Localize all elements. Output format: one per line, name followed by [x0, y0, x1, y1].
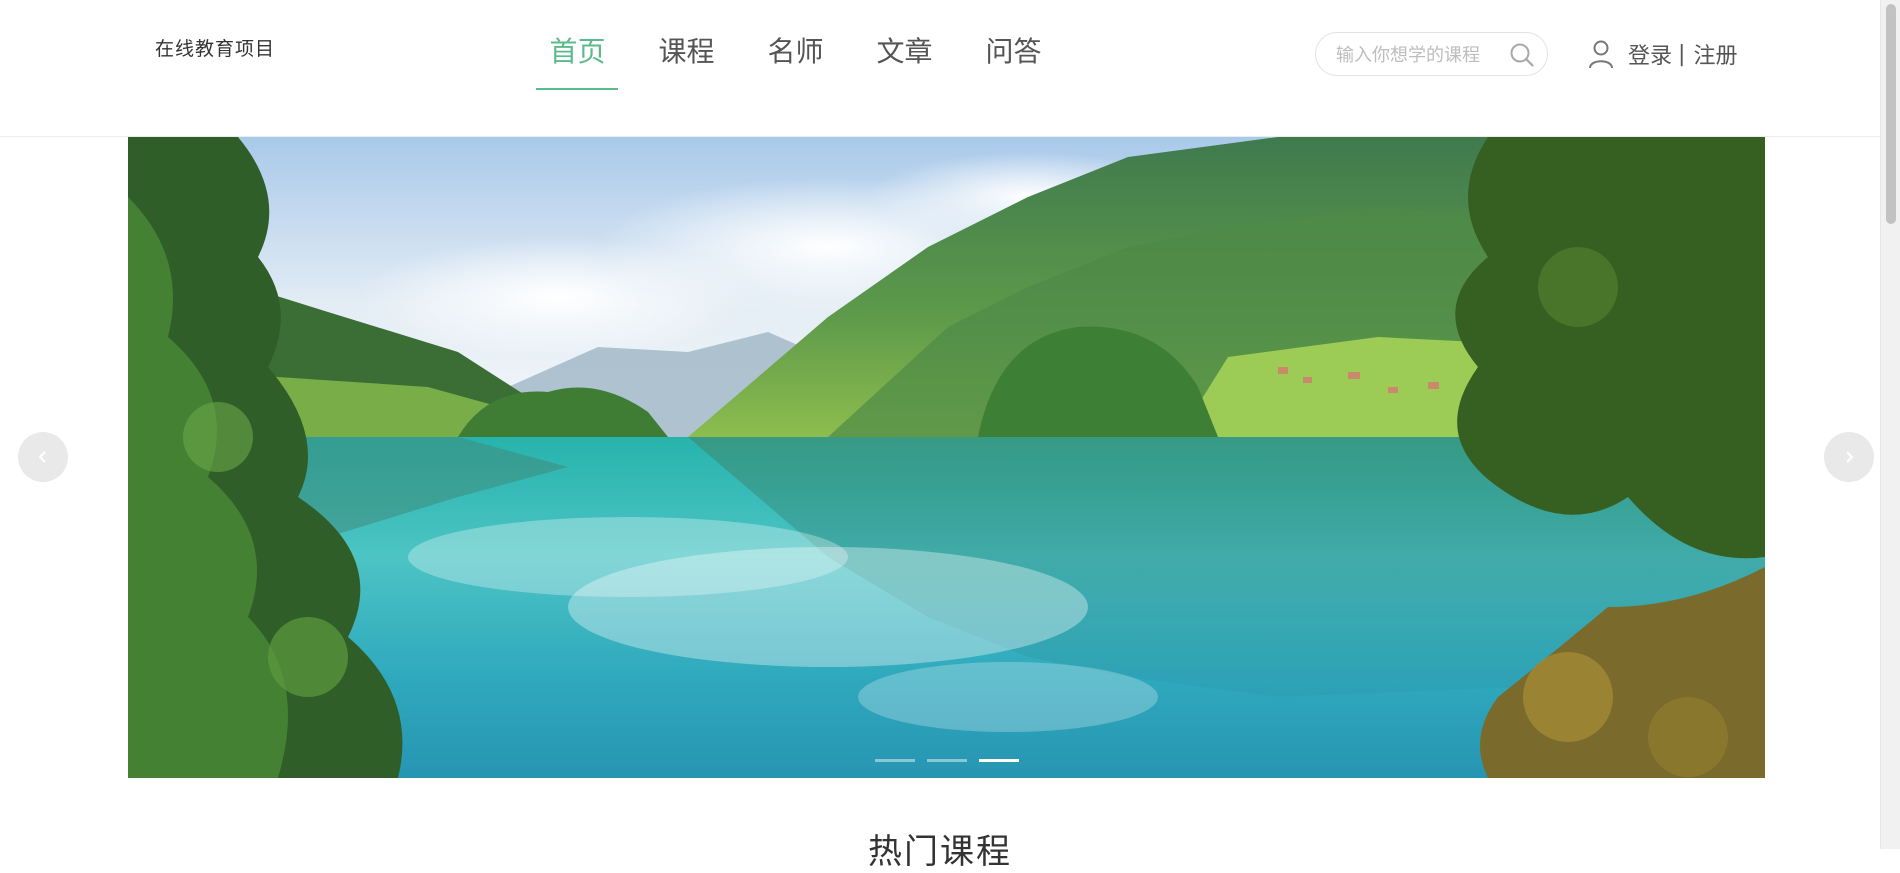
carousel-dot[interactable]	[874, 759, 915, 762]
login-link[interactable]: 登录	[1628, 38, 1672, 70]
nav-item-home[interactable]: 首页	[536, 0, 645, 90]
nav-item-articles[interactable]: 文章	[863, 0, 972, 90]
chevron-left-icon	[38, 451, 46, 463]
carousel-next-button[interactable]	[1824, 432, 1874, 482]
main-nav: 首页 课程 名师 文章 问答	[536, 0, 1081, 90]
page-scrollbar[interactable]	[1880, 0, 1900, 849]
carousel-dot-active[interactable]	[978, 759, 1019, 762]
nav-item-teachers[interactable]: 名师	[754, 0, 863, 90]
site-logo[interactable]: 在线教育项目	[155, 34, 275, 61]
carousel-indicators	[128, 759, 1765, 762]
chevron-right-icon	[1846, 451, 1854, 463]
nav-item-label: 文章	[876, 35, 933, 68]
course-search	[1315, 32, 1548, 76]
active-nav-underline	[536, 88, 618, 90]
nav-item-label: 课程	[658, 35, 715, 68]
nav-item-qa[interactable]: 问答	[972, 0, 1081, 90]
nav-item-label: 问答	[985, 35, 1042, 68]
scrollbar-thumb[interactable]	[1886, 4, 1896, 224]
search-icon[interactable]	[1509, 42, 1535, 68]
banner-carousel[interactable]	[128, 137, 1765, 778]
nav-item-label: 首页	[549, 35, 606, 68]
nav-item-label: 名师	[767, 35, 824, 68]
register-link[interactable]: 注册	[1693, 38, 1737, 70]
search-input[interactable]	[1334, 43, 1504, 67]
banner-image	[128, 137, 1765, 778]
user-auth: 登录 | 注册	[1588, 38, 1737, 70]
nav-item-courses[interactable]: 课程	[645, 0, 754, 90]
carousel-dot[interactable]	[926, 759, 967, 762]
carousel-prev-button[interactable]	[18, 432, 68, 482]
site-header: 在线教育项目 首页 课程 名师 文章 问答 登录 | 注册	[0, 0, 1880, 137]
user-icon	[1589, 40, 1613, 69]
auth-separator: |	[1678, 41, 1686, 67]
